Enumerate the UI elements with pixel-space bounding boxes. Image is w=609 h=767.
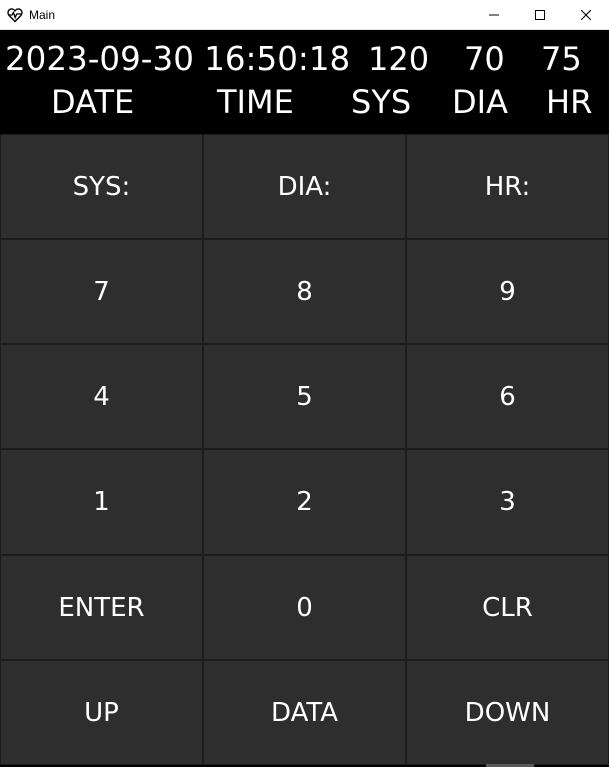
data-button[interactable]: DATA [203,660,406,765]
key-8-button[interactable]: 8 [203,239,406,344]
up-button[interactable]: UP [0,660,203,765]
key-6-button[interactable]: 6 [406,344,609,449]
close-icon [581,9,591,20]
close-button[interactable] [563,0,609,29]
maximize-button[interactable] [517,0,563,29]
datetime-value: 2023-09-30 16:50:18 [5,40,351,78]
date-label: DATE [51,83,135,121]
key-4-button[interactable]: 4 [0,344,203,449]
key-1-button[interactable]: 1 [0,449,203,555]
keypad: SYS: DIA: HR: 7 8 9 4 5 6 1 2 3 ENTER 0 … [0,134,609,767]
key-3-button[interactable]: 3 [406,449,609,555]
maximize-icon [535,9,545,20]
readout-header: 2023-09-30 16:50:18 120 70 75 DATE TIME … [0,30,609,134]
sys-label: SYS [351,83,412,121]
key-7-button[interactable]: 7 [0,239,203,344]
clear-button[interactable]: CLR [406,555,609,660]
hr-label: HR [546,83,593,121]
key-9-button[interactable]: 9 [406,239,609,344]
window-title: Main [29,8,56,22]
dia-select-button[interactable]: DIA: [203,134,406,239]
minimize-icon [489,10,499,20]
main-window: Main 2023-09-30 16:50:18 120 70 75 DATE … [0,0,609,767]
sys-value: 120 [368,40,430,78]
dia-value: 70 [464,40,505,78]
key-5-button[interactable]: 5 [203,344,406,449]
title-bar[interactable]: Main [0,0,609,30]
hr-value: 75 [541,40,582,78]
minimize-button[interactable] [471,0,517,29]
time-label: TIME [217,83,294,121]
hr-select-button[interactable]: HR: [406,134,609,239]
enter-button[interactable]: ENTER [0,555,203,660]
heart-pulse-icon [7,7,23,23]
dia-label: DIA [452,83,508,121]
down-button[interactable]: DOWN [406,660,609,765]
key-2-button[interactable]: 2 [203,449,406,555]
sys-select-button[interactable]: SYS: [0,134,203,239]
key-0-button[interactable]: 0 [203,555,406,660]
